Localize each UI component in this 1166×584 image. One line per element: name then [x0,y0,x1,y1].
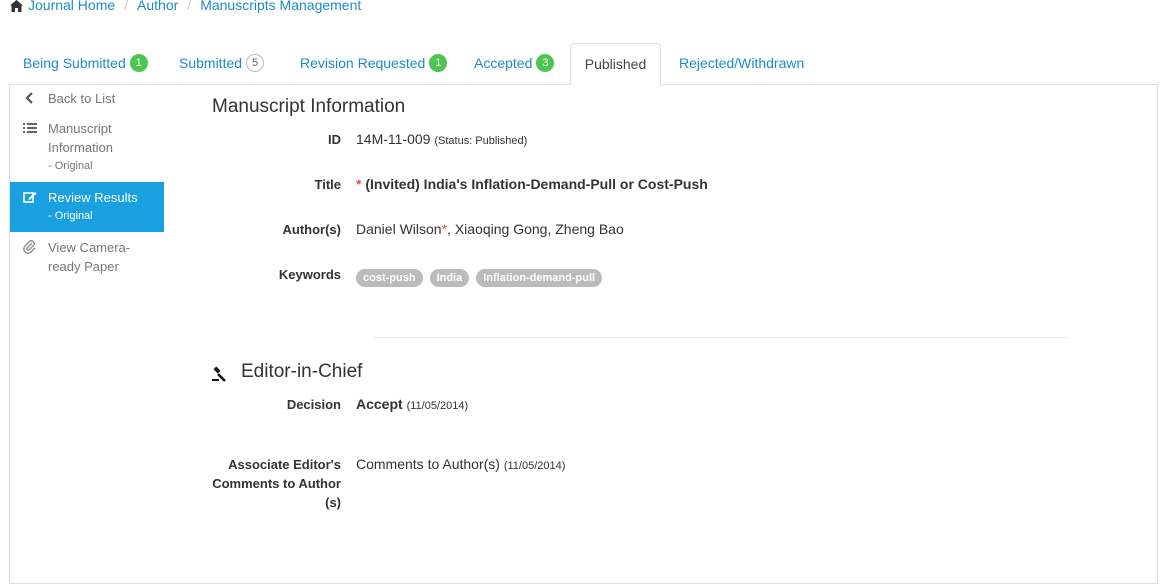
breadcrumb-author[interactable]: Author [137,0,178,13]
manuscript-id: 14M-11-009 [356,131,431,147]
breadcrumb-separator: / [187,0,192,13]
content-panel: Back to List Manuscript Information - Or… [9,84,1158,584]
field-value: cost-push India Inflation-demand-pull [356,265,609,287]
tab-rejected-withdrawn[interactable]: Rejected/Withdrawn [665,43,818,83]
field-value: Daniel Wilson*, Xiaoqing Gong, Zheng Bao [356,220,624,239]
field-label: ID [328,132,341,147]
field-label: Decision [286,397,341,412]
manuscript-status: (Status: Published) [434,135,528,147]
field-id: ID 14M-11-009 (Status: Published) [170,130,527,151]
sidebar-item-manuscript-information[interactable]: Manuscript Information - Original [10,113,136,182]
gavel-icon [212,366,226,382]
comments-link[interactable]: Comments to Author(s) [356,456,500,472]
field-label: Title [314,177,342,192]
sidebar-item-label: View Camera-ready Paper [48,240,131,274]
section-title-editor-in-chief: Editor-in-Chief [241,361,363,382]
field-decision: Decision Accept (11/05/2014) [170,395,468,416]
tab-revision-requested[interactable]: Revision Requested 1 [286,43,461,83]
sidebar: Back to List Manuscript Information - Or… [10,84,164,282]
tab-label: Rejected/Withdrawn [679,55,805,71]
tab-label: Being Submitted [23,55,126,71]
tab-submitted[interactable]: Submitted 5 [165,43,278,83]
field-label-line: Associate Editor's [228,457,341,472]
field-value: Accept (11/05/2014) [356,395,468,416]
field-label: Author(s) [282,222,342,237]
field-authors: Author(s) Daniel Wilson*, Xiaoqing Gong,… [170,220,624,239]
tab-label: Submitted [179,55,243,71]
field-value: Comments to Author(s) (11/05/2014) [356,455,565,512]
field-keywords: Keywords cost-push India Inflation-demand-… [170,265,609,287]
home-icon [10,0,23,12]
section-title-manuscript-information: Manuscript Information [212,96,406,117]
comments-date: (11/05/2014) [503,460,566,472]
field-label: Associate Editor's Comments to Author (s… [170,455,356,512]
field-label-line: Comments to Author [212,476,341,491]
tab-label: Accepted [474,55,533,71]
tab-accepted[interactable]: Accepted 3 [460,43,568,83]
other-authors: , Xiaoqing Gong, Zheng Bao [447,221,624,237]
field-label: Keywords [278,267,341,282]
author-name: Daniel Wilson [356,221,442,237]
keyword-tag: cost-push [356,269,423,287]
sidebar-item-review-results[interactable]: Review Results - Original [10,182,164,232]
sidebar-item-sublabel: - Original [48,210,93,222]
paperclip-icon [23,240,36,254]
tab-label: Published [584,56,647,72]
field-value: * (Invited) India's Inflation-Demand-Pul… [356,175,708,194]
sidebar-item-view-camera-ready-paper[interactable]: View Camera-ready Paper [10,232,146,282]
sidebar-item-sublabel: - Original [48,160,93,172]
count-badge: 3 [536,54,555,72]
count-badge: 1 [129,54,148,72]
breadcrumb-journal-home[interactable]: Journal Home [28,0,115,13]
count-badge: 5 [246,54,265,72]
breadcrumb-manuscripts-management[interactable]: Manuscripts Management [200,0,361,13]
sidebar-item-back-to-list[interactable]: Back to List [10,84,164,113]
breadcrumb-separator: / [124,0,129,13]
field-title: Title * (Invited) India's Inflation-Dema… [170,175,708,194]
tab-published[interactable]: Published [570,43,661,85]
sidebar-item-label: Manuscript Information [48,121,114,155]
tab-being-submitted[interactable]: Being Submitted 1 [9,43,162,83]
decision-date: (11/05/2014) [406,400,469,412]
keyword-tag: India [429,269,470,287]
list-icon [23,123,37,133]
keyword-tag: Inflation-demand-pull [476,269,603,287]
section-divider [373,337,1068,338]
decision-value: Accept [356,396,403,412]
edit-icon [23,192,37,203]
sidebar-item-label: Back to List [48,91,116,106]
field-value: 14M-11-009 (Status: Published) [356,130,527,151]
status-tabs: Being Submitted 1 Submitted 5 Revision R… [9,43,1158,85]
breadcrumb: Journal Home / Author / Manuscripts Mana… [10,0,361,13]
count-badge: 1 [429,54,448,72]
required-marker: * [356,176,362,192]
sidebar-item-label: Review Results [48,190,138,205]
chevron-left-icon [25,92,33,104]
field-label-line: (s) [325,495,341,510]
tab-label: Revision Requested [300,55,426,71]
field-associate-editor-comments: Associate Editor's Comments to Author (s… [170,455,565,512]
manuscript-title: (Invited) India's Inflation-Demand-Pull … [365,176,708,192]
